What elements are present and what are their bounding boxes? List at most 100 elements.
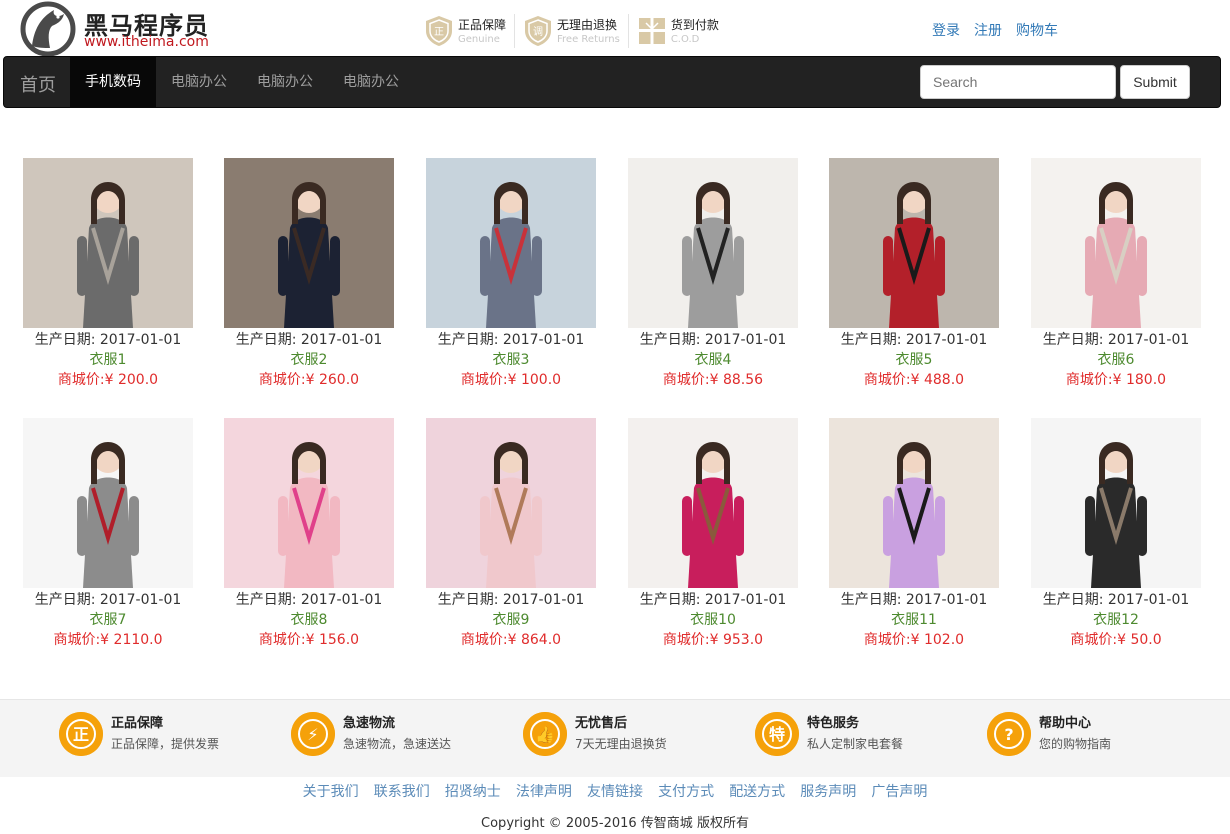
- product-card[interactable]: 生产日期: 2017-01-01 衣服1 商城价:¥ 200.0: [8, 158, 208, 390]
- product-date: 生产日期: 2017-01-01: [235, 332, 383, 348]
- footer-link-careers[interactable]: 招贤纳士: [445, 781, 501, 801]
- footer-link-ads[interactable]: 广告声明: [871, 781, 927, 801]
- footer-link-about[interactable]: 关于我们: [303, 781, 359, 801]
- product-date: 生产日期: 2017-01-01: [1042, 592, 1190, 608]
- product-image[interactable]: [628, 418, 798, 588]
- product-card[interactable]: 生产日期: 2017-01-01 衣服10 商城价:¥ 953.0: [613, 418, 813, 650]
- product-name[interactable]: 衣服7: [8, 610, 208, 630]
- product-image[interactable]: [224, 418, 394, 588]
- nav-item-computer-office-2[interactable]: 电脑办公: [242, 57, 328, 107]
- service-item[interactable]: 特 特色服务私人定制家电套餐: [755, 712, 903, 756]
- product-name[interactable]: 衣服10: [613, 610, 813, 630]
- product-card[interactable]: 生产日期: 2017-01-01 衣服5 商城价:¥ 488.0: [814, 158, 1014, 390]
- product-name[interactable]: 衣服6: [1016, 350, 1216, 370]
- product-image[interactable]: [23, 418, 193, 588]
- product-date: 生产日期: 2017-01-01: [34, 332, 182, 348]
- product-image[interactable]: [224, 158, 394, 328]
- product-price: 商城价:¥ 102.0: [863, 632, 965, 648]
- search-input[interactable]: [920, 65, 1116, 99]
- product-price: 商城价:¥ 100.0: [460, 372, 562, 388]
- product-price: 商城价:¥ 864.0: [460, 632, 562, 648]
- promise-en: C.O.D: [670, 33, 700, 45]
- service-title: 帮助中心: [1039, 716, 1092, 731]
- product-name[interactable]: 衣服8: [209, 610, 409, 630]
- footer-link-contact[interactable]: 联系我们: [374, 781, 430, 801]
- footer-link-legal[interactable]: 法律声明: [516, 781, 572, 801]
- product-image[interactable]: [1031, 158, 1201, 328]
- gift-box-icon: [638, 18, 665, 44]
- nav-item-computer-office-1[interactable]: 电脑办公: [156, 57, 242, 107]
- service-bar: 正 正品保障 正品保障，提供发票 ⚡ 急速物流 急速物流，急速送达 👍 无忧售后 7天无理由退换…: [0, 699, 1230, 777]
- product-card[interactable]: 生产日期: 2017-01-01 衣服3 商城价:¥ 100.0: [411, 158, 611, 390]
- service-title: 无忧售后: [575, 716, 628, 731]
- promise-returns: 调 无理由退换 Free Returns: [523, 14, 629, 48]
- product-price: 商城价:¥ 50.0: [1070, 632, 1162, 648]
- service-desc: 私人定制家电套餐: [807, 737, 904, 751]
- service-title: 急速物流: [343, 716, 396, 731]
- promise-cn: 正品保障: [458, 17, 507, 32]
- product-price: 商城价:¥ 488.0: [863, 372, 965, 388]
- register-link[interactable]: 注册: [974, 20, 1002, 40]
- service-item[interactable]: ? 帮助中心 您的购物指南: [987, 712, 1111, 756]
- top-header: 黑马程序员 www.itheima.com 正 正品保障 Genuine 调 无…: [0, 0, 1230, 56]
- help-question-icon: ?: [987, 712, 1031, 756]
- nav-item-phones-digital[interactable]: 手机数码: [70, 57, 156, 107]
- product-name[interactable]: 衣服5: [814, 350, 1014, 370]
- product-date: 生产日期: 2017-01-01: [1042, 332, 1190, 348]
- product-image[interactable]: [23, 158, 193, 328]
- footer-link-friends[interactable]: 友情链接: [587, 781, 643, 801]
- product-image[interactable]: [829, 418, 999, 588]
- express-delivery-icon: ⚡: [291, 712, 335, 756]
- product-name[interactable]: 衣服1: [8, 350, 208, 370]
- product-image[interactable]: [426, 158, 596, 328]
- product-image[interactable]: [426, 418, 596, 588]
- footer-link-service[interactable]: 服务声明: [800, 781, 856, 801]
- site-logo[interactable]: 黑马程序员 www.itheima.com: [18, 0, 228, 56]
- service-desc: 7天无理由退换货: [575, 737, 667, 751]
- product-card[interactable]: 生产日期: 2017-01-01 衣服4 商城价:¥ 88.56: [613, 158, 813, 390]
- product-name[interactable]: 衣服11: [814, 610, 1014, 630]
- product-image[interactable]: [628, 158, 798, 328]
- product-card[interactable]: 生产日期: 2017-01-01 衣服2 商城价:¥ 260.0: [209, 158, 409, 390]
- promise-en: Genuine: [458, 33, 500, 45]
- product-name[interactable]: 衣服9: [411, 610, 611, 630]
- service-item[interactable]: ⚡ 急速物流急速物流，急速送达: [291, 712, 451, 756]
- product-name[interactable]: 衣服4: [613, 350, 813, 370]
- logo-url: www.itheima.com: [84, 34, 209, 50]
- service-item[interactable]: 正 正品保障 正品保障，提供发票: [59, 712, 219, 756]
- service-desc: 急速物流，急速送达: [343, 737, 452, 751]
- product-card[interactable]: 生产日期: 2017-01-01 衣服12 商城价:¥ 50.0: [1016, 418, 1216, 650]
- horse-logo-icon: [20, 1, 76, 56]
- product-card[interactable]: 生产日期: 2017-01-01 衣服6 商城价:¥ 180.0: [1016, 158, 1216, 390]
- top-links: 登录 注册 购物车: [932, 20, 1058, 40]
- product-card[interactable]: 生产日期: 2017-01-01 衣服8 商城价:¥ 156.0: [209, 418, 409, 650]
- nav-home-brand[interactable]: 首页: [20, 71, 56, 97]
- search-submit-button[interactable]: Submit: [1120, 65, 1190, 99]
- cart-link[interactable]: 购物车: [1016, 20, 1058, 40]
- product-price: 商城价:¥ 180.0: [1065, 372, 1167, 388]
- footer-link-payment[interactable]: 支付方式: [658, 781, 714, 801]
- login-link[interactable]: 登录: [932, 20, 960, 40]
- product-name[interactable]: 衣服12: [1016, 610, 1216, 630]
- service-title: 特色服务: [807, 716, 860, 731]
- svg-text:⚡: ⚡: [307, 725, 318, 744]
- product-card[interactable]: 生产日期: 2017-01-01 衣服7 商城价:¥ 2110.0: [8, 418, 208, 650]
- product-date: 生产日期: 2017-01-01: [437, 592, 585, 608]
- product-image[interactable]: [1031, 418, 1201, 588]
- product-name[interactable]: 衣服2: [209, 350, 409, 370]
- product-card[interactable]: 生产日期: 2017-01-01 衣服9 商城价:¥ 864.0: [411, 418, 611, 650]
- service-item[interactable]: 👍 无忧售后 7天无理由退换货: [523, 712, 667, 756]
- footer-link-delivery[interactable]: 配送方式: [729, 781, 785, 801]
- special-service-icon: 特: [755, 712, 799, 756]
- product-date: 生产日期: 2017-01-01: [34, 592, 182, 608]
- nav-menu: 手机数码 电脑办公 电脑办公 电脑办公: [70, 57, 414, 107]
- genuine-shield-icon: 正: [426, 16, 452, 46]
- product-price: 商城价:¥ 2110.0: [53, 632, 163, 648]
- product-card[interactable]: 生产日期: 2017-01-01 衣服11 商城价:¥ 102.0: [814, 418, 1014, 650]
- service-desc: 正品保障，提供发票: [111, 737, 220, 751]
- product-name[interactable]: 衣服3: [411, 350, 611, 370]
- nav-item-computer-office-3[interactable]: 电脑办公: [328, 57, 414, 107]
- product-date: 生产日期: 2017-01-01: [235, 592, 383, 608]
- product-image[interactable]: [829, 158, 999, 328]
- main-navbar: 首页 手机数码 电脑办公 电脑办公 电脑办公 Submit: [3, 56, 1221, 108]
